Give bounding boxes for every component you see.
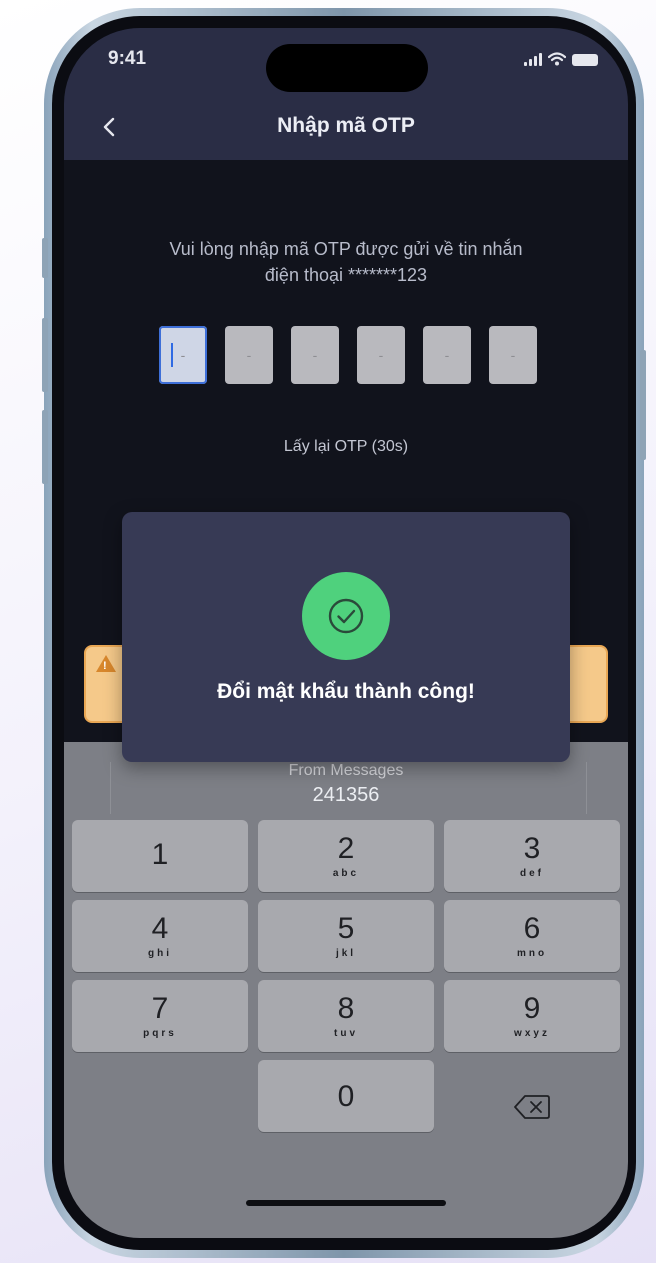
otp-placeholder: - <box>312 347 318 363</box>
key-letters: pqrs <box>143 1028 177 1039</box>
numeric-keyboard: From Messages 241356 1 2 abc 3 def 4 ghi… <box>64 742 628 1238</box>
key-letters: ghi <box>148 948 172 959</box>
otp-input-group: - - - - - - <box>159 326 537 384</box>
key-digit: 0 <box>337 1080 355 1113</box>
status-icons <box>524 52 598 66</box>
status-time: 9:41 <box>108 48 147 69</box>
volume-down-button <box>42 410 48 484</box>
key-digit: 8 <box>337 992 355 1025</box>
dynamic-island <box>266 44 428 92</box>
otp-placeholder: - <box>180 347 186 363</box>
otp-digit-6[interactable]: - <box>489 326 537 384</box>
phone-screen: 9:41 Nhập mã OTP Vui lòng nhập mã OTP đư… <box>64 28 628 1238</box>
key-letters: abc <box>332 868 360 879</box>
success-message: Đổi mật khẩu thành công! <box>217 680 475 703</box>
otp-placeholder: - <box>378 347 384 363</box>
key-4[interactable]: 4 ghi <box>72 900 248 972</box>
key-digit: 2 <box>337 832 355 865</box>
wifi-icon <box>548 52 566 66</box>
key-7[interactable]: 7 pqrs <box>72 980 248 1052</box>
resend-otp-link[interactable]: Lấy lại OTP (30s) <box>64 438 628 456</box>
mute-switch <box>42 238 48 278</box>
key-letters: mno <box>516 948 548 959</box>
key-digit: 7 <box>151 992 169 1025</box>
otp-digit-1[interactable]: - <box>159 326 207 384</box>
battery-icon <box>572 54 598 66</box>
backspace-icon[interactable] <box>514 1094 550 1120</box>
key-digit: 9 <box>523 992 541 1025</box>
page-title: Nhập mã OTP <box>277 114 415 137</box>
header: 9:41 Nhập mã OTP <box>64 28 628 160</box>
success-dialog: Đổi mật khẩu thành công! <box>122 512 570 762</box>
key-6[interactable]: 6 mno <box>444 900 620 972</box>
key-letters: jkl <box>335 948 357 959</box>
success-badge <box>302 572 390 660</box>
text-caret <box>171 343 173 367</box>
suggestion-code[interactable]: 241356 <box>64 784 628 807</box>
key-8[interactable]: 8 tuv <box>258 980 434 1052</box>
otp-instruction: Vui lòng nhập mã OTP được gửi về tin nhắ… <box>104 236 588 288</box>
suggestion-source[interactable]: From Messages <box>64 762 628 780</box>
key-letters: def <box>520 868 544 879</box>
instruction-line-1: Vui lòng nhập mã OTP được gửi về tin nhắ… <box>169 239 523 259</box>
key-digit: 4 <box>151 912 169 945</box>
otp-digit-3[interactable]: - <box>291 326 339 384</box>
otp-digit-2[interactable]: - <box>225 326 273 384</box>
key-letters: wxyz <box>514 1028 550 1039</box>
key-5[interactable]: 5 jkl <box>258 900 434 972</box>
key-digit: 6 <box>523 912 541 945</box>
volume-up-button <box>42 318 48 392</box>
key-9[interactable]: 9 wxyz <box>444 980 620 1052</box>
otp-placeholder: - <box>510 347 516 363</box>
power-button <box>640 350 646 460</box>
key-digit: 3 <box>523 832 541 865</box>
otp-digit-5[interactable]: - <box>423 326 471 384</box>
otp-digit-4[interactable]: - <box>357 326 405 384</box>
key-1[interactable]: 1 <box>72 820 248 892</box>
cellular-signal-icon <box>524 52 542 66</box>
otp-placeholder: - <box>444 347 450 363</box>
key-digit: 5 <box>337 912 355 945</box>
home-indicator[interactable] <box>246 1200 446 1206</box>
key-letters: tuv <box>334 1028 358 1039</box>
check-circle-icon <box>328 598 364 634</box>
instruction-line-2: điện thoại *******123 <box>264 265 428 285</box>
warning-exclamation: ! <box>103 660 107 672</box>
otp-placeholder: - <box>246 347 252 363</box>
key-0[interactable]: 0 <box>258 1060 434 1132</box>
key-2[interactable]: 2 abc <box>258 820 434 892</box>
key-3[interactable]: 3 def <box>444 820 620 892</box>
key-digit: 1 <box>151 838 169 871</box>
